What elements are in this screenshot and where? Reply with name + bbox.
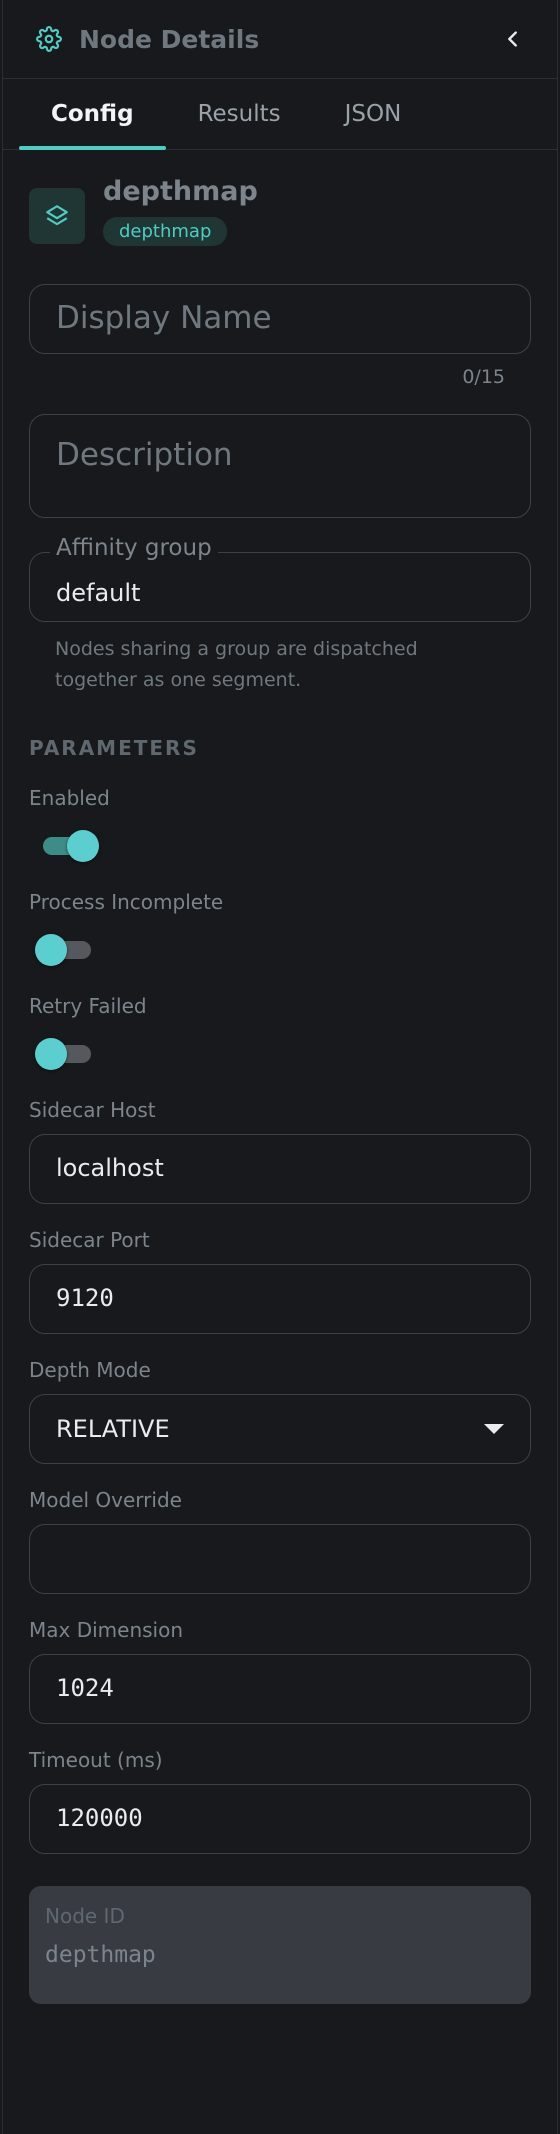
depth-mode-value: RELATIVE	[56, 1415, 170, 1443]
max-dimension-label: Max Dimension	[29, 1618, 184, 1642]
sidecar-port-field	[29, 1264, 531, 1334]
enabled-toggle-thumb	[67, 830, 99, 862]
caret-down-icon	[484, 1424, 504, 1434]
retry-failed-toggle-thumb	[35, 1038, 67, 1070]
enabled-toggle[interactable]	[35, 826, 99, 866]
tab-results[interactable]: Results	[166, 79, 313, 149]
display-name-counter: 0/15	[462, 366, 505, 388]
layers-icon	[29, 188, 85, 244]
depth-mode-select[interactable]: RELATIVE	[29, 1394, 531, 1464]
affinity-group-label: Affinity group	[50, 535, 218, 561]
timeout-label: Timeout (ms)	[29, 1748, 163, 1772]
timeout-field	[29, 1784, 531, 1854]
process-incomplete-toggle-thumb	[35, 934, 67, 966]
display-name-input[interactable]	[30, 285, 530, 351]
node-name: depthmap	[103, 176, 258, 207]
model-override-input[interactable]	[30, 1525, 530, 1591]
sidecar-host-label: Sidecar Host	[29, 1098, 156, 1122]
max-dimension-input[interactable]	[30, 1655, 530, 1721]
timeout-input[interactable]	[30, 1785, 530, 1851]
node-heading: depthmap depthmap	[29, 176, 531, 246]
tab-json[interactable]: JSON	[313, 79, 434, 149]
node-id-label: Node ID	[45, 1904, 125, 1928]
sidecar-port-label: Sidecar Port	[29, 1228, 150, 1252]
max-dimension-field	[29, 1654, 531, 1724]
chevron-left-icon[interactable]	[497, 23, 529, 55]
depth-mode-label: Depth Mode	[29, 1358, 151, 1382]
tab-bar: Config Results JSON	[3, 79, 557, 150]
sidecar-port-input[interactable]	[30, 1265, 530, 1331]
affinity-helper-text: Nodes sharing a group are dispatched tog…	[55, 638, 418, 691]
config-form: depthmap depthmap 0/15 Affinity group No…	[3, 176, 557, 2004]
process-incomplete-toggle[interactable]	[35, 930, 95, 970]
panel-title: Node Details	[79, 24, 260, 54]
description-field	[29, 414, 531, 518]
model-override-label: Model Override	[29, 1488, 182, 1512]
parameters-heading: PARAMETERS	[29, 736, 199, 760]
sidecar-host-input[interactable]	[30, 1135, 530, 1201]
description-input[interactable]	[30, 415, 530, 515]
sidecar-host-field	[29, 1134, 531, 1204]
gear-icon	[35, 25, 63, 53]
node-id-box: Node ID depthmap	[29, 1886, 531, 2004]
node-details-panel: Node Details Config Results JSON depthma…	[2, 0, 558, 2134]
tab-config[interactable]: Config	[19, 79, 166, 150]
display-name-field	[29, 284, 531, 354]
node-id-value: depthmap	[45, 1942, 156, 1968]
node-heading-text: depthmap depthmap	[103, 176, 258, 246]
model-override-field	[29, 1524, 531, 1594]
process-incomplete-label: Process Incomplete	[29, 890, 224, 914]
node-type-badge: depthmap	[103, 217, 228, 246]
retry-failed-label: Retry Failed	[29, 994, 147, 1018]
panel-header: Node Details	[3, 0, 557, 79]
affinity-group-input[interactable]	[30, 553, 530, 619]
enabled-label: Enabled	[29, 786, 110, 810]
retry-failed-toggle[interactable]	[35, 1034, 95, 1074]
affinity-group-field: Affinity group	[29, 535, 531, 622]
